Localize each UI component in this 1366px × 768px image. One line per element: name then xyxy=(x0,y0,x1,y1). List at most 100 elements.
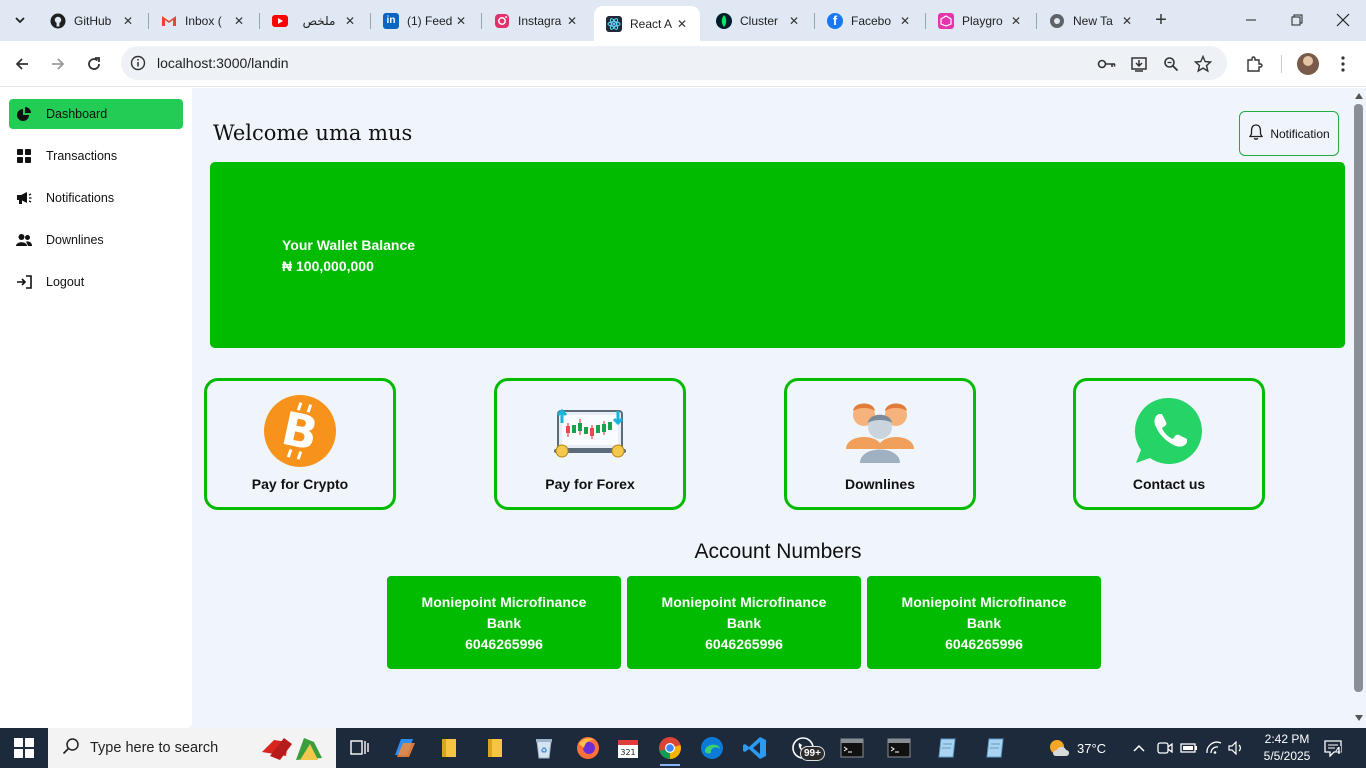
windows-start-button[interactable] xyxy=(14,738,34,758)
sidebar-item-transactions[interactable]: Transactions xyxy=(9,141,183,171)
downlines-label: Downlines xyxy=(844,476,915,492)
close-icon[interactable]: ✕ xyxy=(342,13,358,29)
browser-tab-react-active[interactable]: React A ✕ xyxy=(594,6,700,41)
taskbar-chrome[interactable] xyxy=(656,734,684,766)
pay-crypto-card[interactable]: B Pay for Crypto xyxy=(204,378,396,510)
terminal-icon xyxy=(887,738,911,758)
pay-crypto-label: Pay for Crypto xyxy=(251,476,349,492)
browser-tab-linkedin[interactable]: in (1) Feed ✕ xyxy=(371,6,479,35)
close-icon[interactable]: ✕ xyxy=(120,13,136,29)
page-scrollbar[interactable] xyxy=(1352,88,1366,728)
browser-tab-instagram[interactable]: Instagra ✕ xyxy=(482,6,590,35)
network-button[interactable] xyxy=(1205,728,1223,768)
bookmark-star-icon[interactable] xyxy=(1193,54,1213,74)
scroll-down-arrow[interactable] xyxy=(1355,715,1363,721)
show-hidden-icons-button[interactable] xyxy=(1132,728,1146,768)
scroll-up-arrow[interactable] xyxy=(1355,93,1363,99)
folder-icon xyxy=(488,739,502,757)
close-icon[interactable]: ✕ xyxy=(674,16,690,32)
sidebar-item-dashboard[interactable]: Dashboard xyxy=(9,99,183,129)
close-icon[interactable]: ✕ xyxy=(564,13,580,29)
minimize-button[interactable] xyxy=(1228,0,1274,40)
camera-icon xyxy=(1157,742,1173,754)
sidebar-item-downlines[interactable]: Downlines xyxy=(9,225,183,255)
toolbar-divider xyxy=(1281,55,1282,73)
github-icon xyxy=(50,13,66,29)
clock-date: 5/5/2025 xyxy=(1263,749,1311,763)
team-icon xyxy=(842,395,918,467)
notification-button[interactable]: Notification xyxy=(1239,111,1339,156)
new-tab-button[interactable]: + xyxy=(1150,9,1172,31)
taskbar-file-explorer[interactable] xyxy=(435,734,463,762)
taskbar-firefox[interactable] xyxy=(574,734,602,762)
info-icon[interactable] xyxy=(130,55,146,71)
taskbar-calendar-app[interactable]: 321 xyxy=(614,734,642,762)
whatsapp-icon xyxy=(1131,395,1207,467)
taskbar-notepad[interactable] xyxy=(934,734,962,762)
browser-menu-button[interactable] xyxy=(1332,53,1354,75)
main-content: Welcome uma mus Notification Your Wallet… xyxy=(192,88,1352,728)
taskbar-vscode[interactable] xyxy=(741,734,769,762)
browser-tab-playground[interactable]: Playgro ✕ xyxy=(926,6,1034,35)
reload-icon xyxy=(88,57,100,70)
action-center-button[interactable]: 4 xyxy=(1323,728,1343,768)
taskbar-search-box[interactable]: Type here to search xyxy=(48,728,336,768)
reload-button[interactable] xyxy=(80,50,108,78)
forward-button[interactable] xyxy=(44,50,72,78)
pay-forex-label: Pay for Forex xyxy=(545,476,635,492)
taskbar-terminal[interactable] xyxy=(838,734,866,762)
close-icon[interactable]: ✕ xyxy=(231,13,247,29)
back-button[interactable] xyxy=(8,50,36,78)
copilot-icon xyxy=(395,739,415,757)
browser-tab-facebook[interactable]: f Facebo ✕ xyxy=(815,6,923,35)
taskbar-notepad-2[interactable] xyxy=(982,734,1010,762)
extensions-button[interactable] xyxy=(1243,53,1265,75)
password-key-icon[interactable] xyxy=(1097,54,1117,74)
install-app-icon[interactable] xyxy=(1129,54,1149,74)
scroll-thumb[interactable] xyxy=(1354,104,1363,692)
browser-tab-newtab[interactable]: New Ta ✕ xyxy=(1037,6,1145,35)
sidebar-item-label: Logout xyxy=(46,275,85,289)
sidebar-item-logout[interactable]: Logout xyxy=(9,267,183,297)
restore-button[interactable] xyxy=(1274,0,1320,40)
zoom-icon[interactable] xyxy=(1161,54,1181,74)
tab-title: Instagra xyxy=(518,13,562,28)
taskbar-file-explorer-2[interactable] xyxy=(481,734,509,762)
taskbar-copilot[interactable] xyxy=(391,734,419,762)
battery-button[interactable] xyxy=(1180,728,1198,768)
taskbar-edge[interactable] xyxy=(698,734,726,762)
terminal-icon xyxy=(840,738,864,758)
browser-tab-gmail[interactable]: Inbox ( ✕ xyxy=(149,6,257,35)
taskbar-terminal-2[interactable] xyxy=(885,734,913,762)
account-card: Moniepoint Microfinance Bank 6046265996 xyxy=(867,576,1101,669)
weather-widget[interactable]: 37°C xyxy=(1048,728,1106,768)
downlines-card[interactable]: Downlines xyxy=(784,378,976,510)
address-bar[interactable]: localhost:3000/landin xyxy=(121,46,1227,80)
profile-avatar[interactable] xyxy=(1297,53,1319,75)
browser-tab-mongodb[interactable]: Cluster ✕ xyxy=(704,6,812,35)
taskbar-recycle-bin[interactable]: ♻ xyxy=(530,734,558,762)
task-view-button[interactable] xyxy=(346,734,374,762)
close-icon[interactable]: ✕ xyxy=(897,13,913,29)
meet-now-button[interactable] xyxy=(1157,728,1173,768)
browser-tab-youtube[interactable]: ملخص ✕ xyxy=(260,6,368,35)
contact-us-card[interactable]: Contact us xyxy=(1073,378,1265,510)
taskbar-whatsapp[interactable]: 99+ xyxy=(789,734,825,762)
tab-search-button[interactable] xyxy=(8,8,32,32)
account-numbers-title: Account Numbers xyxy=(694,540,862,563)
close-icon[interactable]: ✕ xyxy=(453,13,469,29)
window-close-button[interactable] xyxy=(1320,0,1366,40)
taskbar-clock[interactable]: 2:42 PM 5/5/2025 xyxy=(1252,731,1322,765)
volume-button[interactable] xyxy=(1228,728,1246,768)
taskbar-search-placeholder: Type here to search xyxy=(90,740,219,756)
close-icon[interactable]: ✕ xyxy=(1119,13,1135,29)
close-icon xyxy=(1336,13,1350,27)
wallet-balance-label: Your Wallet Balance xyxy=(282,237,416,253)
pay-forex-card[interactable]: Pay for Forex xyxy=(494,378,686,510)
close-icon[interactable]: ✕ xyxy=(1008,13,1024,29)
sidebar-item-notifications[interactable]: Notifications xyxy=(9,183,183,213)
browser-tab-github[interactable]: GitHub ✕ xyxy=(38,6,146,35)
close-icon[interactable]: ✕ xyxy=(786,13,802,29)
grid-icon xyxy=(16,148,32,164)
speaker-icon xyxy=(1228,741,1241,755)
